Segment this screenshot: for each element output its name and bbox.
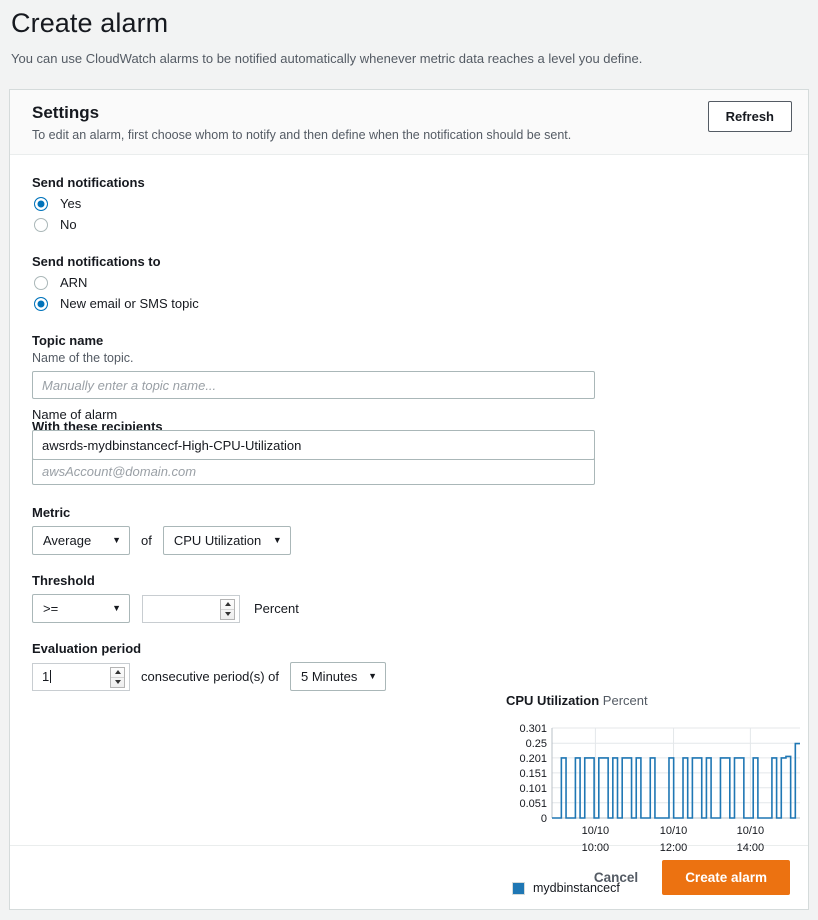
radio-notify-new-topic[interactable]: New email or SMS topic: [34, 296, 786, 311]
page-subtitle: You can use CloudWatch alarms to be noti…: [9, 39, 809, 66]
metric-chart: CPU Utilization Percent 0.3010.250.2010.…: [506, 693, 806, 895]
threshold-operator-value: >=: [43, 601, 58, 616]
topic-name-label: Topic name: [32, 333, 786, 348]
svg-text:10/10: 10/10: [737, 825, 765, 837]
evaluation-period-label: Evaluation period: [32, 641, 786, 656]
evaluation-period-stepper[interactable]: 1: [32, 663, 130, 691]
radio-icon-new-topic: [34, 297, 48, 311]
spinner-down-icon[interactable]: [221, 610, 234, 619]
threshold-label: Threshold: [32, 573, 786, 588]
chevron-down-icon: ▼: [358, 672, 377, 681]
legend-swatch-icon: [512, 882, 525, 895]
alarm-name-label: Name of alarm: [32, 407, 602, 422]
spinner-up-icon[interactable]: [111, 668, 124, 678]
settings-panel-body: Send notifications Yes No Send notificat…: [10, 155, 808, 845]
svg-text:0.25: 0.25: [526, 738, 547, 750]
svg-text:0.201: 0.201: [519, 753, 547, 765]
topic-name-input[interactable]: [32, 371, 595, 399]
alarm-name-group: Name of alarm: [32, 407, 602, 460]
spinner-arrows-icon[interactable]: [220, 599, 235, 620]
metric-name-select-value: CPU Utilization: [174, 533, 261, 548]
svg-text:12:00: 12:00: [660, 842, 688, 854]
statistic-select[interactable]: Average ▼: [32, 526, 130, 555]
metric-of-text: of: [141, 533, 152, 548]
chart-title-unit: Percent: [603, 693, 648, 708]
period-select[interactable]: 5 Minutes ▼: [290, 662, 386, 691]
statistic-select-value: Average: [43, 533, 91, 548]
chart-canvas: 0.301 0.25 0.201 0.151 0.101 0.051 0 10/10 10:00…: [506, 722, 806, 865]
radio-icon-arn: [34, 276, 48, 290]
svg-text:0.101: 0.101: [519, 783, 547, 795]
chart-svg: 0.301 0.25 0.201 0.151 0.101 0.051 0 10/10 10:00…: [506, 722, 806, 862]
radio-notify-arn[interactable]: ARN: [34, 275, 786, 290]
threshold-value-stepper[interactable]: [142, 595, 240, 623]
chart-title-metric: CPU Utilization: [506, 693, 599, 708]
radio-icon-yes: [34, 197, 48, 211]
svg-text:0.301: 0.301: [519, 723, 547, 735]
threshold-row: >= ▼ Percent: [32, 594, 786, 623]
chart-legend: mydbinstancecf: [512, 881, 806, 895]
send-notifications-to-group: Send notifications to ARN New email or S…: [32, 254, 786, 311]
page-title: Create alarm: [9, 0, 809, 39]
create-alarm-page: Create alarm You can use CloudWatch alar…: [0, 0, 818, 920]
send-notifications-label: Send notifications: [32, 175, 786, 190]
metric-group: Metric Average ▼ of CPU Utilization ▼: [32, 505, 786, 555]
metric-label: Metric: [32, 505, 786, 520]
radio-icon-no: [34, 218, 48, 232]
refresh-button[interactable]: Refresh: [708, 101, 792, 132]
send-notifications-group: Send notifications Yes No: [32, 175, 786, 232]
alarm-name-input[interactable]: [32, 430, 595, 460]
evaluation-period-group: Evaluation period 1 consecutive period(s…: [32, 641, 786, 691]
evaluation-period-row: 1 consecutive period(s) of 5 Minutes ▼: [32, 662, 786, 691]
svg-text:10/10: 10/10: [582, 825, 610, 837]
chevron-down-icon: ▼: [102, 604, 121, 613]
svg-text:10:00: 10:00: [582, 842, 610, 854]
metric-row: Average ▼ of CPU Utilization ▼: [32, 526, 786, 555]
topic-name-group: Topic name Name of the topic.: [32, 333, 786, 399]
evaluation-period-count: 1: [33, 669, 49, 684]
radio-label-yes: Yes: [60, 196, 81, 211]
threshold-unit-label: Percent: [254, 601, 299, 616]
svg-text:0.151: 0.151: [519, 768, 547, 780]
threshold-operator-select[interactable]: >= ▼: [32, 594, 130, 623]
spinner-up-icon[interactable]: [221, 600, 234, 610]
period-select-value: 5 Minutes: [301, 669, 357, 684]
radio-label-arn: ARN: [60, 275, 87, 290]
radio-send-notifications-yes[interactable]: Yes: [34, 196, 786, 211]
svg-text:0.051: 0.051: [519, 798, 547, 810]
recipients-input[interactable]: [32, 457, 595, 485]
chevron-down-icon: ▼: [102, 536, 121, 545]
svg-text:0: 0: [541, 813, 547, 825]
legend-label: mydbinstancecf: [533, 881, 620, 895]
chart-title: CPU Utilization Percent: [506, 693, 806, 708]
metric-name-select[interactable]: CPU Utilization ▼: [163, 526, 291, 555]
settings-panel: Settings To edit an alarm, first choose …: [9, 89, 809, 910]
chevron-down-icon: ▼: [263, 536, 282, 545]
send-notifications-to-label: Send notifications to: [32, 254, 786, 269]
text-cursor: [50, 670, 51, 683]
svg-text:10/10: 10/10: [660, 825, 688, 837]
settings-title: Settings: [32, 103, 790, 123]
settings-panel-header: Settings To edit an alarm, first choose …: [10, 90, 808, 155]
svg-text:14:00: 14:00: [737, 842, 765, 854]
evaluation-period-middle-text: consecutive period(s) of: [141, 669, 279, 684]
settings-subtitle: To edit an alarm, first choose whom to n…: [32, 128, 790, 142]
radio-label-new-topic: New email or SMS topic: [60, 296, 199, 311]
topic-name-hint: Name of the topic.: [32, 351, 786, 365]
spinner-down-icon[interactable]: [111, 678, 124, 687]
radio-send-notifications-no[interactable]: No: [34, 217, 786, 232]
threshold-group: Threshold >= ▼ Percent: [32, 573, 786, 623]
spinner-arrows-icon[interactable]: [110, 667, 125, 688]
radio-label-no: No: [60, 217, 77, 232]
